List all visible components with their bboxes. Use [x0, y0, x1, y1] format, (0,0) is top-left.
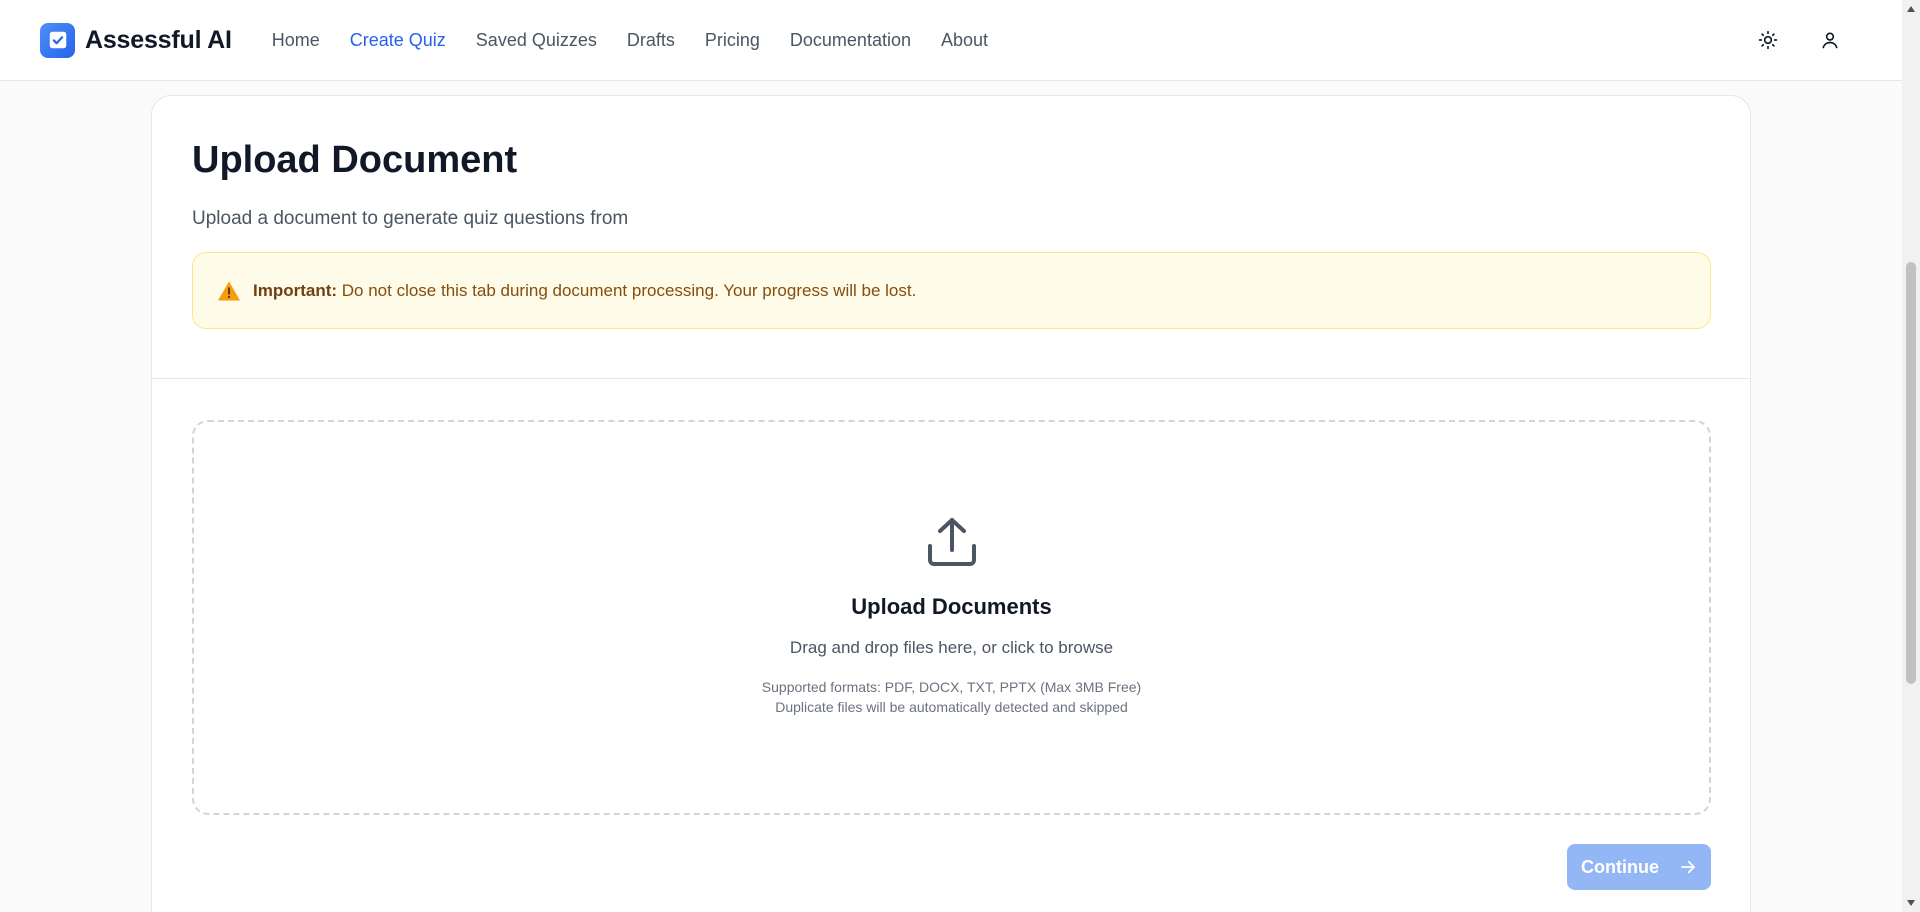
nav-home[interactable]: Home	[272, 30, 320, 51]
page: Assessful AI Home Create Quiz Saved Quiz…	[0, 0, 1920, 912]
header-actions	[1756, 28, 1842, 52]
dropzone-description: Drag and drop files here, or click to br…	[789, 638, 1114, 657]
arrow-right-icon	[1681, 860, 1695, 874]
page-subtitle: Upload a document to generate quiz quest…	[192, 208, 629, 229]
sun-icon	[1758, 30, 1778, 50]
warning-alert: Important: Do not close this tab during …	[192, 252, 1711, 329]
nav-about[interactable]: About	[941, 30, 988, 51]
dropzone-notes: Supported formats: PDF, DOCX, TXT, PPTX …	[762, 677, 1141, 717]
nav-documentation[interactable]: Documentation	[790, 30, 911, 51]
theme-toggle-button[interactable]	[1756, 28, 1780, 52]
main-nav: Home Create Quiz Saved Quizzes Drafts Pr…	[272, 30, 1018, 51]
alert-message: Important: Do not close this tab during …	[253, 281, 916, 301]
nav-drafts[interactable]: Drafts	[627, 30, 675, 51]
check-square-icon	[40, 22, 75, 58]
continue-label: Continue	[1581, 856, 1659, 877]
nav-create-quiz[interactable]: Create Quiz	[350, 30, 446, 51]
file-dropzone[interactable]: Upload Documents Drag and drop files her…	[192, 420, 1711, 815]
duplicates-text: Duplicate files will be automatically de…	[775, 699, 1128, 715]
nav-saved-quizzes[interactable]: Saved Quizzes	[476, 30, 597, 51]
brand[interactable]: Assessful AI	[40, 22, 232, 58]
upload-icon	[927, 518, 976, 566]
supported-formats-text: Supported formats: PDF, DOCX, TXT, PPTX …	[761, 679, 1142, 695]
brand-name: Assessful AI	[85, 25, 232, 54]
scroll-up-arrow-icon[interactable]	[1906, 4, 1916, 14]
page-title: Upload Document	[192, 139, 518, 181]
upload-card-header: Upload Document Upload a document to gen…	[152, 96, 1750, 379]
nav-pricing[interactable]: Pricing	[705, 30, 760, 51]
top-navbar: Assessful AI Home Create Quiz Saved Quiz…	[0, 0, 1902, 81]
alert-strong: Important:	[253, 280, 338, 300]
user-icon	[1822, 32, 1838, 49]
scroll-down-arrow-icon[interactable]	[1906, 898, 1916, 908]
warning-icon	[218, 281, 240, 300]
alert-body: Do not close this tab during document pr…	[337, 280, 917, 300]
page-scrollbar[interactable]	[1902, 0, 1920, 912]
continue-button[interactable]: Continue	[1567, 844, 1711, 890]
upload-card: Upload Document Upload a document to gen…	[151, 95, 1751, 912]
scrollbar-thumb[interactable]	[1906, 262, 1916, 684]
user-menu-button[interactable]	[1818, 28, 1842, 52]
dropzone-title: Upload Documents	[851, 594, 1052, 619]
